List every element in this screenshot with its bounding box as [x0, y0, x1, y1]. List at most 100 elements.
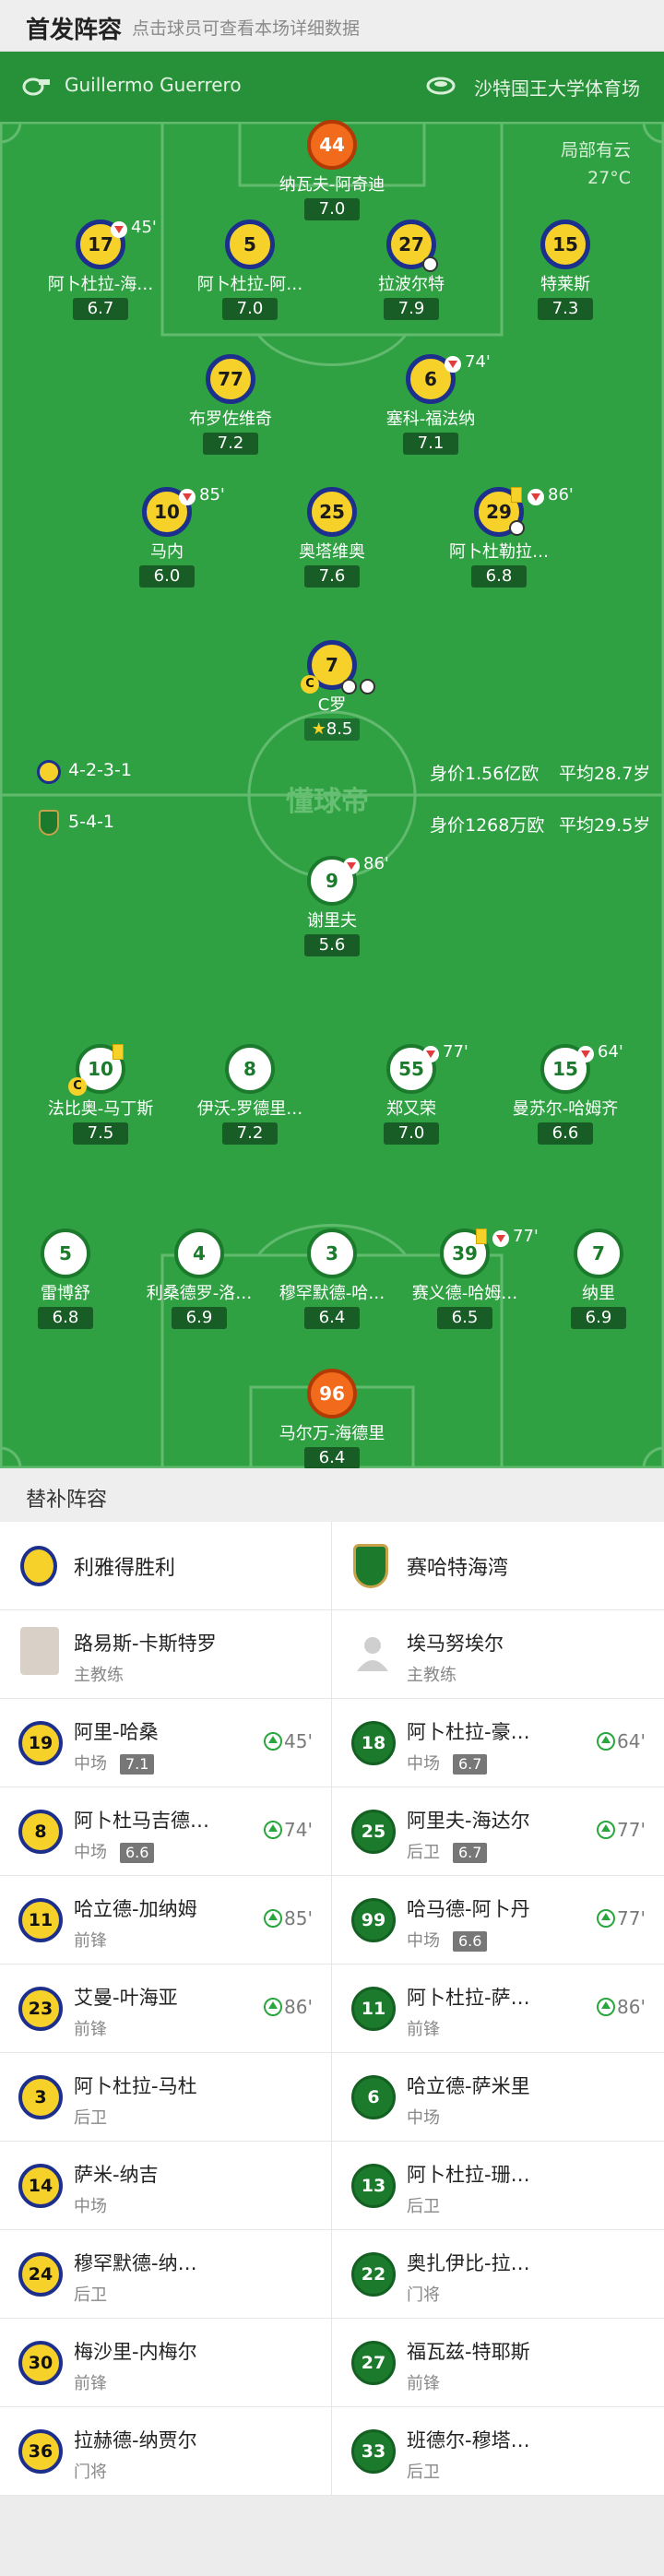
- sub-in-minute: 85': [284, 1907, 313, 1929]
- goal-ball-icon: [422, 256, 438, 272]
- player-number-badge: 3: [307, 1229, 357, 1278]
- player-number-badge: 13: [351, 2164, 396, 2208]
- captain-icon: C: [68, 1077, 87, 1096]
- rating-value: 8.5: [326, 719, 353, 739]
- player-name: 拉波尔特: [378, 275, 445, 294]
- sub-time: 74': [465, 352, 491, 372]
- player-name: 阿卜杜拉-阿…: [196, 275, 303, 294]
- player-rating: 6.7: [453, 1754, 488, 1775]
- sub-time: 45': [131, 218, 157, 237]
- captain-icon: C: [301, 675, 319, 694]
- avatar-placeholder-icon: [357, 1637, 388, 1671]
- home-coach[interactable]: 路易斯-卡斯特罗 主教练: [0, 1610, 331, 1699]
- sub-player-away[interactable]: 11 阿卜杜拉-萨… 前锋 86': [333, 1965, 664, 2053]
- sub-in-minute: 45': [284, 1730, 313, 1752]
- sub-row: 3 阿卜杜拉-马杜 后卫 6 哈立德-萨米里 中场: [0, 2053, 664, 2142]
- position-label: 门将: [407, 2285, 440, 2305]
- away-coach[interactable]: 埃马努埃尔 主教练: [333, 1610, 664, 1699]
- sub-player-away[interactable]: 27 福瓦兹-特耶斯 前锋: [333, 2319, 664, 2407]
- sub-player-home[interactable]: 11 哈立德-加纳姆 前锋 85': [0, 1876, 331, 1965]
- player-away-96[interactable]: 96 马尔万-海德里 6.4: [254, 1369, 410, 1468]
- player-name: 哈立德-加纳姆: [74, 1898, 197, 1920]
- stadium-icon: [426, 77, 456, 95]
- away-team-cell[interactable]: 赛哈特海湾: [333, 1522, 664, 1610]
- sub-row: 11 哈立德-加纳姆 前锋 85' 99 哈马德-阿卜丹 中场 6.6 77': [0, 1876, 664, 1965]
- position-label: 前锋: [74, 2374, 107, 2393]
- sub-player-away[interactable]: 33 班德尔-穆塔… 后卫: [333, 2407, 664, 2496]
- player-rating: 7.2: [203, 433, 258, 455]
- sub-in-icon: [264, 1732, 283, 1751]
- venue-name: 沙特国王大学体育场: [474, 77, 640, 100]
- player-position: 前锋: [407, 2016, 440, 2040]
- player-name: 班德尔-穆塔…: [407, 2429, 530, 2451]
- player-rating: 6.9: [571, 1307, 626, 1329]
- sub-player-away[interactable]: 99 哈马德-阿卜丹 中场 6.6 77': [333, 1876, 664, 1965]
- home-team-name: 利雅得胜利: [74, 1557, 176, 1580]
- sub-player-home[interactable]: 14 萨米-纳吉 中场: [0, 2142, 331, 2230]
- home-team-cell[interactable]: 利雅得胜利: [0, 1522, 331, 1610]
- player-position: 中场 6.6: [74, 1839, 155, 1863]
- sub-player-home[interactable]: 19 阿里-哈桑 中场 7.1 45': [0, 1699, 331, 1787]
- sub-in-icon: [597, 1998, 616, 2016]
- player-name: 福瓦兹-特耶斯: [407, 2341, 530, 2363]
- position-label: 中场: [74, 2197, 107, 2216]
- player-home-25[interactable]: 25 奥塔维奥 7.6: [254, 487, 410, 588]
- home-formation: 4-2-3-1: [68, 760, 132, 780]
- home-value: 身价1.56亿欧: [430, 764, 540, 784]
- yellow-card-icon: [511, 487, 522, 503]
- player-away-7[interactable]: 7 纳里 6.9: [520, 1229, 664, 1329]
- player-number-badge: 8: [18, 1810, 63, 1854]
- player-home-77[interactable]: 77 布罗佐维奇 7.2: [152, 354, 309, 455]
- player-position: 前锋: [407, 2370, 440, 2394]
- player-name: 奥塔维奥: [299, 542, 365, 562]
- position-label: 前锋: [407, 2020, 440, 2039]
- player-number-badge: 4: [174, 1229, 224, 1278]
- sub-player-home[interactable]: 24 穆罕默德-纳… 后卫: [0, 2230, 331, 2319]
- home-avg-age: 平均28.7岁: [559, 764, 651, 784]
- sub-out-icon: [445, 356, 461, 373]
- coach-row: 路易斯-卡斯特罗 主教练 埃马努埃尔 主教练: [0, 1610, 664, 1699]
- sub-player-away[interactable]: 13 阿卜杜拉-珊… 后卫: [333, 2142, 664, 2230]
- sub-out-icon: [528, 489, 544, 505]
- goal-ball-icon: [341, 679, 357, 694]
- player-name: 阿卜杜拉-马杜: [74, 2075, 197, 2097]
- coach-role: 主教练: [74, 1666, 124, 1685]
- sub-in-time: 85': [264, 1907, 313, 1929]
- player-rating: 6.0: [139, 565, 195, 588]
- player-position: 中场: [74, 2193, 107, 2217]
- weather-condition: 局部有云: [560, 140, 631, 160]
- sub-player-away[interactable]: 18 阿卜杜拉-豪… 中场 6.7 64': [333, 1699, 664, 1787]
- sub-player-home[interactable]: 8 阿卜杜马吉德… 中场 6.6 74': [0, 1787, 331, 1876]
- player-home-15[interactable]: 15 特莱斯 7.3: [487, 220, 644, 320]
- sub-player-away[interactable]: 25 阿里夫-海达尔 后卫 6.7 77': [333, 1787, 664, 1876]
- player-name: 阿卜杜拉-珊…: [407, 2164, 530, 2186]
- player-rating: 7.1: [120, 1754, 155, 1775]
- sub-out-icon: [343, 858, 360, 874]
- sub-player-away[interactable]: 6 哈立德-萨米里 中场: [333, 2053, 664, 2142]
- coach-avatar: [20, 1627, 59, 1675]
- player-name: 阿里夫-海达尔: [407, 1810, 530, 1832]
- player-rating: 6.6: [120, 1843, 155, 1863]
- player-rating: 7.9: [384, 298, 439, 320]
- sub-in-icon: [597, 1821, 616, 1839]
- player-home-44[interactable]: 44 纳瓦夫-阿奇迪 7.0: [254, 120, 410, 220]
- player-away-10[interactable]: 10 法比奥-马丁斯 7.5: [22, 1044, 179, 1145]
- sub-player-home[interactable]: 36 拉赫德-纳贾尔 门将: [0, 2407, 331, 2496]
- player-rating: 6.4: [304, 1307, 360, 1329]
- player-rating: 6.7: [73, 298, 128, 320]
- player-rating: 5.6: [304, 934, 360, 956]
- player-home-5[interactable]: 5 阿卜杜拉-阿… 7.0: [172, 220, 328, 320]
- sub-out-icon: [492, 1230, 509, 1247]
- sub-player-home[interactable]: 23 艾曼-叶海亚 前锋 86': [0, 1965, 331, 2053]
- player-name: 阿卜杜拉-豪…: [407, 1721, 530, 1743]
- player-rating: 6.5: [437, 1307, 492, 1329]
- sub-player-home[interactable]: 30 梅沙里-内梅尔 前锋: [0, 2319, 331, 2407]
- sub-player-home[interactable]: 3 阿卜杜拉-马杜 后卫: [0, 2053, 331, 2142]
- player-away-8[interactable]: 8 伊沃-罗德里… 7.2: [172, 1044, 328, 1145]
- player-name: 塞科-福法纳: [385, 410, 476, 429]
- sub-player-away[interactable]: 22 奥扎伊比-拉… 门将: [333, 2230, 664, 2319]
- player-home-7[interactable]: 7 C罗 ★8.5: [254, 640, 410, 741]
- player-name: 拉赫德-纳贾尔: [74, 2429, 197, 2451]
- star-icon: ★: [311, 719, 326, 739]
- player-home-27[interactable]: 27 拉波尔特 7.9: [333, 220, 490, 320]
